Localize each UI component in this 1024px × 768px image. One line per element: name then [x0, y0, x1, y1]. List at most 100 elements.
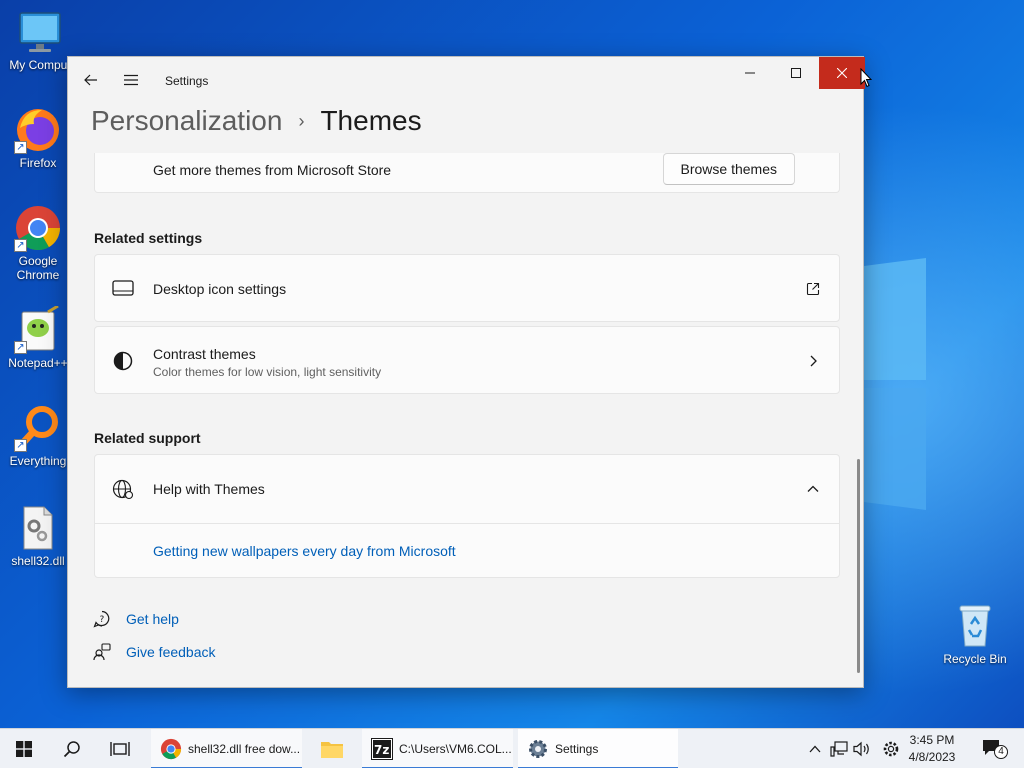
desktop-icon-chrome[interactable]: ↗ Google Chrome: [0, 204, 76, 282]
contrast-themes-label: Contrast themes: [153, 346, 256, 362]
vertical-scrollbar[interactable]: [857, 459, 860, 673]
chevron-up-icon[interactable]: [803, 479, 823, 499]
page-title: Themes: [320, 105, 422, 136]
dll-file-icon: [14, 504, 62, 552]
maximize-icon: [791, 68, 801, 78]
breadcrumb: Personalization › Themes: [91, 101, 422, 141]
volume-button[interactable]: [852, 729, 872, 768]
task-label: Settings: [555, 742, 599, 756]
desktop-icon-label: shell32.dll: [11, 554, 65, 568]
desktop-icon-label: Firefox: [19, 156, 57, 170]
notepadpp-icon: ↗: [14, 304, 62, 354]
desktop-icon-shell32[interactable]: shell32.dll: [0, 504, 76, 568]
search-button[interactable]: [48, 729, 96, 768]
settings-tray-button[interactable]: [881, 729, 901, 768]
7zip-icon: 7z: [370, 737, 394, 761]
close-icon: [837, 68, 847, 78]
desktop-icon-settings-row[interactable]: Desktop icon settings: [94, 254, 840, 322]
navigation-menu-button[interactable]: [116, 65, 146, 95]
notification-count-badge: 4: [994, 745, 1008, 759]
desktop-icon-settings-label: Desktop icon settings: [153, 281, 287, 297]
help-with-themes-header[interactable]: Help with Themes: [95, 455, 839, 523]
desktop-icon-recycle-bin[interactable]: Recycle Bin: [937, 602, 1013, 666]
help-chat-icon: ?: [92, 609, 112, 629]
svg-text:?: ?: [100, 615, 105, 625]
contrast-icon: [111, 349, 135, 373]
close-button[interactable]: [819, 57, 865, 89]
get-more-themes-label: Get more themes from Microsoft Store: [153, 162, 392, 178]
network-icon: [830, 741, 848, 757]
chrome-icon: [159, 737, 183, 761]
action-center-button[interactable]: 4: [978, 729, 1008, 768]
everything-icon: ↗: [14, 404, 62, 452]
maximize-button[interactable]: [773, 57, 819, 89]
computer-icon: [16, 8, 64, 56]
chevron-up-icon: [809, 745, 821, 753]
mouse-cursor-icon: [860, 68, 872, 88]
related-support-heading: Related support: [94, 430, 201, 446]
breadcrumb-parent-link[interactable]: Personalization: [91, 105, 282, 137]
chevron-right-icon: [803, 351, 823, 371]
desktop-icon-label: Google Chrome: [16, 254, 60, 282]
feedback-person-icon: [92, 642, 112, 662]
contrast-themes-row[interactable]: Contrast themes Color themes for low vis…: [94, 326, 840, 394]
minimize-icon: [745, 72, 755, 74]
taskbar-task-settings[interactable]: Settings: [518, 729, 678, 768]
back-button[interactable]: [76, 65, 106, 95]
taskbar-task-7zip[interactable]: 7z C:\Users\VM6.COL...: [362, 729, 513, 768]
windows-logo-wallpaper: [864, 258, 926, 510]
give-feedback-row[interactable]: Give feedback: [92, 641, 216, 663]
minimize-button[interactable]: [727, 57, 773, 89]
help-with-themes-label: Help with Themes: [153, 481, 265, 497]
taskbar-task-chrome[interactable]: shell32.dll free dow...: [151, 729, 302, 768]
firefox-icon: ↗: [14, 106, 62, 154]
network-button[interactable]: [829, 729, 849, 768]
desktop-icon-notepadpp[interactable]: ↗ Notepad++: [0, 304, 76, 370]
task-view-button[interactable]: [96, 729, 144, 768]
contrast-themes-description: Color themes for low vision, light sensi…: [153, 365, 382, 379]
gear-icon: [526, 737, 550, 761]
get-more-themes-row: Get more themes from Microsoft Store Bro…: [94, 153, 840, 193]
taskbar-task-file-explorer[interactable]: [308, 729, 356, 768]
help-with-themes-expander: Help with Themes Getting new wallpapers …: [94, 454, 840, 578]
desktop-icon-everything[interactable]: ↗ Everything: [0, 404, 76, 468]
clock[interactable]: 3:45 PM 4/8/2023: [900, 732, 964, 766]
breadcrumb-separator: ›: [298, 110, 305, 131]
speaker-icon: [853, 741, 869, 757]
arrow-left-icon: [84, 74, 97, 86]
file-explorer-icon: [320, 737, 344, 761]
task-label: C:\Users\VM6.COL...: [399, 742, 512, 756]
clock-time: 3:45 PM: [909, 733, 955, 747]
taskbar: shell32.dll free dow... 7z C:\Users\VM6.…: [0, 728, 1024, 768]
wallpapers-help-link[interactable]: Getting new wallpapers every day from Mi…: [153, 543, 456, 559]
recycle-bin-icon: [951, 602, 999, 650]
desktop-icon-firefox[interactable]: ↗ Firefox: [0, 106, 76, 170]
shortcut-arrow-icon: ↗: [14, 341, 27, 354]
window-title: Settings: [165, 74, 209, 88]
browse-themes-button[interactable]: Browse themes: [662, 153, 795, 185]
shortcut-arrow-icon: ↗: [14, 239, 27, 252]
search-icon: [63, 741, 80, 758]
get-help-link[interactable]: Get help: [126, 611, 179, 627]
divider: [95, 523, 839, 524]
start-button[interactable]: [0, 729, 48, 768]
chrome-icon: ↗: [14, 204, 62, 252]
desktop-icon-label: My Comput: [9, 58, 71, 72]
svg-text:7z: 7z: [374, 743, 389, 757]
desktop-icon-label: Recycle Bin: [943, 652, 1007, 666]
give-feedback-link[interactable]: Give feedback: [126, 644, 216, 660]
settings-content: Get more themes from Microsoft Store Bro…: [68, 153, 865, 689]
external-link-icon: [803, 279, 823, 299]
hamburger-menu-icon: [124, 74, 138, 86]
related-settings-heading: Related settings: [94, 230, 203, 246]
gear-icon: [883, 741, 899, 757]
globe-icon: [111, 477, 135, 501]
windows-logo-icon: [16, 741, 32, 757]
task-label: shell32.dll free dow...: [188, 742, 301, 756]
show-hidden-icons-button[interactable]: [805, 729, 825, 768]
desktop-icon-label: Notepad++: [8, 356, 68, 370]
shortcut-arrow-icon: ↗: [14, 141, 27, 154]
shortcut-arrow-icon: ↗: [14, 439, 27, 452]
get-help-row[interactable]: ? Get help: [92, 608, 179, 630]
monitor-icon: [111, 277, 135, 301]
